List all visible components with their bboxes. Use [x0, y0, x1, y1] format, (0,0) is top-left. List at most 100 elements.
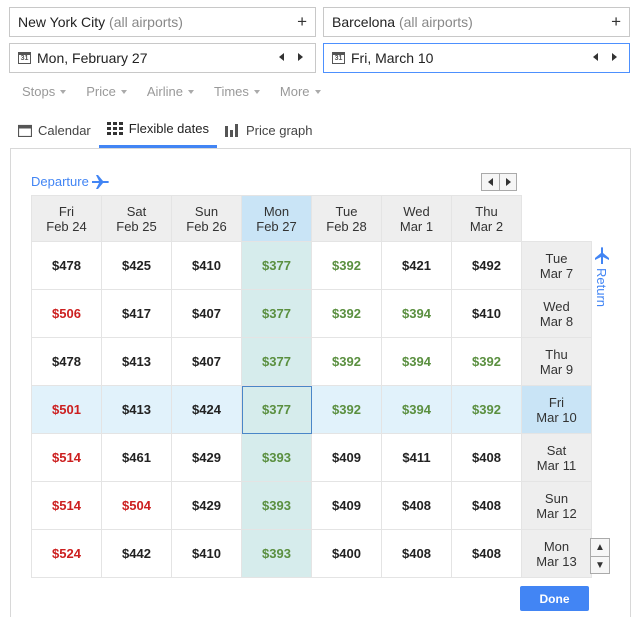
prev-dates-button[interactable]: [481, 173, 499, 191]
price-cell[interactable]: $410: [451, 289, 522, 338]
bar-chart-icon: [224, 123, 238, 137]
table-row: $506 $417 $407 $377 $392 $394 $410 Wed Mar 8: [31, 289, 592, 338]
departure-date-header[interactable]: Fri Feb 24: [31, 195, 102, 242]
price-cell[interactable]: $392: [451, 385, 522, 434]
return-date-header[interactable]: Fri Mar 10: [521, 385, 592, 434]
price-cell[interactable]: $408: [381, 529, 452, 578]
origin-field[interactable]: New York City (all airports) +: [9, 7, 316, 37]
add-destination-plus-icon[interactable]: +: [611, 12, 621, 32]
price-cell[interactable]: $411: [381, 433, 452, 482]
calendar-icon: 31: [18, 52, 31, 64]
price-cell[interactable]: $377: [241, 385, 312, 434]
price-cell[interactable]: $421: [381, 241, 452, 290]
done-button[interactable]: Done: [520, 586, 589, 611]
header-day: Sat: [126, 203, 147, 219]
airplane-icon: [594, 247, 609, 264]
prev-depart-date-icon[interactable]: [279, 53, 284, 61]
next-return-dates-button[interactable]: ▼: [590, 556, 610, 574]
departure-date-header[interactable]: Sun Feb 26: [171, 195, 242, 242]
price-cell[interactable]: $478: [31, 337, 102, 386]
tab-calendar[interactable]: Calendar: [10, 112, 99, 148]
prev-return-date-icon[interactable]: [593, 53, 598, 61]
next-return-date-icon[interactable]: [612, 53, 617, 61]
header-day: Mon: [263, 203, 290, 219]
price-cell[interactable]: $461: [101, 433, 172, 482]
tab-flexible-dates[interactable]: Flexible dates: [98, 112, 217, 148]
price-cell[interactable]: $478: [31, 241, 102, 290]
price-cell[interactable]: $409: [311, 433, 382, 482]
price-cell[interactable]: $377: [241, 241, 312, 290]
price-cell[interactable]: $429: [171, 433, 242, 482]
price-cell[interactable]: $392: [311, 385, 382, 434]
return-date-header[interactable]: Mon Mar 13: [521, 529, 592, 578]
price-cell[interactable]: $413: [101, 385, 172, 434]
price-cell[interactable]: $410: [171, 529, 242, 578]
price-cell[interactable]: $377: [241, 337, 312, 386]
add-origin-plus-icon[interactable]: +: [297, 12, 307, 32]
price-cell[interactable]: $424: [171, 385, 242, 434]
row-pager: ▲ ▼: [590, 538, 610, 574]
price-cell[interactable]: $442: [101, 529, 172, 578]
price-cell[interactable]: $394: [381, 337, 452, 386]
next-depart-date-icon[interactable]: [298, 53, 303, 61]
filter-stops[interactable]: Stops: [22, 84, 67, 99]
departure-date-header[interactable]: Sat Feb 25: [101, 195, 172, 242]
table-row: $478 $413 $407 $377 $392 $394 $392 Thu Mar 9: [31, 337, 592, 386]
price-cell[interactable]: $394: [381, 385, 452, 434]
price-cell[interactable]: $429: [171, 481, 242, 530]
departure-date-header[interactable]: Thu Mar 2: [451, 195, 522, 242]
tab-price-graph[interactable]: Price graph: [217, 112, 320, 148]
price-cell[interactable]: $394: [381, 289, 452, 338]
price-cell[interactable]: $392: [311, 241, 382, 290]
price-cell[interactable]: $407: [171, 289, 242, 338]
price-cell[interactable]: $425: [101, 241, 172, 290]
price-cell[interactable]: $409: [311, 481, 382, 530]
destination-field[interactable]: Barcelona (all airports) +: [323, 7, 630, 37]
price-cell[interactable]: $393: [241, 529, 312, 578]
price-cell[interactable]: $400: [311, 529, 382, 578]
price-cell[interactable]: $506: [31, 289, 102, 338]
row-day: Thu: [545, 346, 568, 362]
return-date-header[interactable]: Wed Mar 8: [521, 289, 592, 338]
departure-date-header[interactable]: Wed Mar 1: [381, 195, 452, 242]
price-cell[interactable]: $524: [31, 529, 102, 578]
departure-date-header[interactable]: Mon Feb 27: [241, 195, 312, 242]
header-spacer: [521, 195, 592, 242]
prev-return-dates-button[interactable]: ▲: [590, 538, 610, 556]
price-cell[interactable]: $492: [451, 241, 522, 290]
price-cell[interactable]: $417: [101, 289, 172, 338]
chevron-down-icon: [120, 89, 127, 94]
filter-more[interactable]: More: [280, 84, 321, 99]
price-cell[interactable]: $407: [171, 337, 242, 386]
price-cell[interactable]: $392: [311, 337, 382, 386]
return-date-header[interactable]: Thu Mar 9: [521, 337, 592, 386]
filter-price[interactable]: Price: [86, 84, 127, 99]
filter-times[interactable]: Times: [214, 84, 260, 99]
next-dates-button[interactable]: [499, 173, 517, 191]
price-cell[interactable]: $514: [31, 481, 102, 530]
price-cell[interactable]: $377: [241, 289, 312, 338]
price-cell[interactable]: $393: [241, 481, 312, 530]
price-cell[interactable]: $408: [451, 481, 522, 530]
return-date-header[interactable]: Sun Mar 12: [521, 481, 592, 530]
row-day: Wed: [543, 298, 570, 314]
chevron-down-icon: [314, 89, 321, 94]
price-cell[interactable]: $392: [311, 289, 382, 338]
price-cell[interactable]: $413: [101, 337, 172, 386]
departure-date-header[interactable]: Tue Feb 28: [311, 195, 382, 242]
depart-date-field[interactable]: 31 Mon, February 27: [9, 43, 316, 73]
price-cell[interactable]: $393: [241, 433, 312, 482]
return-date-field[interactable]: 31 Fri, March 10: [323, 43, 630, 73]
price-cell[interactable]: $408: [381, 481, 452, 530]
header-date: Feb 26: [186, 218, 227, 234]
filter-airline[interactable]: Airline: [147, 84, 194, 99]
return-date-header[interactable]: Tue Mar 7: [521, 241, 592, 290]
price-cell[interactable]: $392: [451, 337, 522, 386]
price-cell[interactable]: $408: [451, 433, 522, 482]
price-cell[interactable]: $410: [171, 241, 242, 290]
price-cell[interactable]: $501: [31, 385, 102, 434]
return-date-header[interactable]: Sat Mar 11: [521, 433, 592, 482]
price-cell[interactable]: $514: [31, 433, 102, 482]
price-cell[interactable]: $504: [101, 481, 172, 530]
price-cell[interactable]: $408: [451, 529, 522, 578]
